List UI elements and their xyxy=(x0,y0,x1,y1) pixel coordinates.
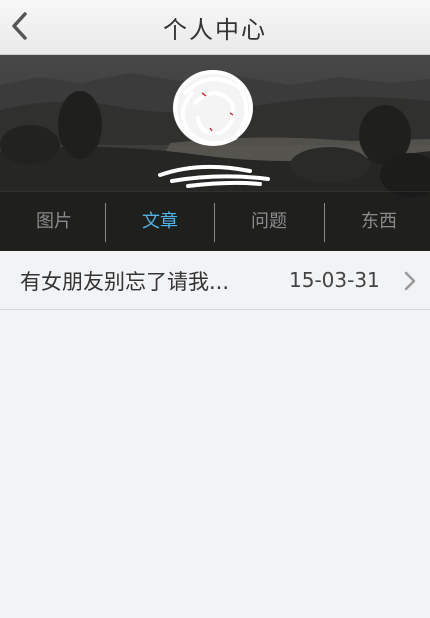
chevron-right-icon xyxy=(404,271,416,291)
navigation-bar: 个人中心 xyxy=(0,0,430,55)
list-item[interactable]: 有女朋友别忘了请我... 15-03-31 xyxy=(0,251,430,310)
content-tab-bar: 图片 文章 问题 东西 xyxy=(0,191,430,251)
tab-questions[interactable]: 问题 xyxy=(215,192,323,251)
article-date: 15-03-31 xyxy=(289,268,380,292)
tab-pictures[interactable]: 图片 xyxy=(0,192,108,251)
tab-items[interactable]: 东西 xyxy=(325,192,430,251)
article-title: 有女朋友别忘了请我... xyxy=(20,270,230,294)
page-title: 个人中心 xyxy=(163,16,267,44)
tab-articles[interactable]: 文章 xyxy=(106,192,214,251)
profile-banner: 图片 文章 问题 东西 xyxy=(0,55,430,251)
avatar[interactable] xyxy=(140,63,290,193)
